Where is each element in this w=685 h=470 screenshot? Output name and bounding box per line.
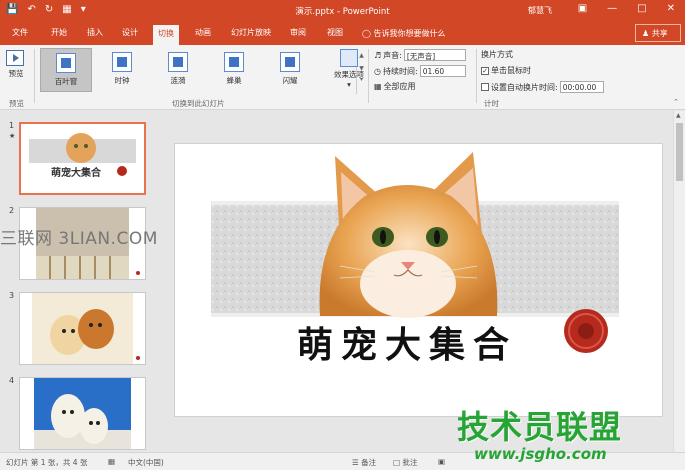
slide-thumbnail-4[interactable]	[19, 377, 146, 450]
advance-header: 换片方式	[481, 50, 513, 59]
thumbnail-scrollbar[interactable]	[152, 115, 158, 448]
chevron-down-icon: ▾	[347, 80, 351, 89]
effect-blinds[interactable]: 百叶窗	[40, 48, 92, 92]
slide-number: 1	[9, 121, 15, 130]
tab-slideshow[interactable]: 幻灯片放映	[231, 27, 271, 38]
person-icon: ♟	[642, 29, 652, 38]
slide-thumbnail-3[interactable]	[19, 292, 146, 365]
notes-icon: ☰	[352, 458, 362, 467]
clock-icon	[112, 52, 132, 72]
tell-me-box[interactable]: ◯ 告诉我你想要做什么	[362, 28, 446, 39]
watermark-jsgho: 技术员联盟	[457, 408, 623, 446]
duration-spinner[interactable]: 01.60	[419, 65, 466, 77]
slide-canvas[interactable]: 萌宠大集合	[174, 143, 663, 417]
share-button[interactable]: ♟ 共享	[635, 24, 681, 42]
vertical-scrollbar[interactable]: ▲	[673, 111, 685, 452]
thumb-1-caption: 萌宠大集合	[51, 168, 101, 179]
clock-icon: ◷	[374, 66, 381, 76]
checkbox-checked-icon[interactable]: ✓	[481, 66, 489, 75]
ripple-icon	[168, 52, 188, 72]
group-divider	[476, 49, 477, 103]
ribbon: 预览 预览 百叶窗 时钟 涟漪 蜂巢 闪耀 ▲ ▼ ▾ 效果选项 ▾ 切换到此幻…	[0, 45, 685, 110]
tab-design[interactable]: 设计	[122, 27, 138, 38]
effect-clock[interactable]: 时钟	[96, 48, 148, 92]
duration-row: ◷ 持续时间: 01.60	[374, 65, 466, 77]
tab-animations[interactable]: 动画	[195, 27, 211, 38]
effect-honeycomb[interactable]: 蜂巢	[208, 48, 260, 92]
user-name[interactable]: 郁慧飞	[528, 5, 552, 16]
group-divider	[34, 49, 35, 103]
notes-button[interactable]: ☰ 备注	[352, 457, 376, 468]
tab-insert[interactable]: 插入	[87, 27, 103, 38]
checkbox-unchecked-icon[interactable]	[481, 83, 489, 91]
after-time-checkbox[interactable]: 设置自动换片时间: 00:00.00	[481, 81, 604, 93]
tab-home[interactable]: 开始	[51, 27, 67, 38]
slide-title[interactable]: 萌宠大集合	[297, 316, 517, 368]
tab-review[interactable]: 审阅	[290, 27, 306, 38]
tab-view[interactable]: 视图	[327, 27, 343, 38]
effect-ripple[interactable]: 涟漪	[152, 48, 204, 92]
lightbulb-icon: ◯	[362, 29, 374, 38]
honeycomb-icon	[224, 52, 244, 72]
apply-all-button[interactable]: ▦ 全部应用	[374, 81, 416, 92]
thumbnail-pane: 1 ★ 萌宠大集合 2 3 4	[0, 111, 160, 452]
on-click-checkbox[interactable]: ✓ 单击鼠标时	[481, 65, 531, 76]
effect-glitter[interactable]: 闪耀	[264, 48, 316, 92]
language-indicator[interactable]: 中文(中国)	[128, 457, 164, 468]
after-time-spinner[interactable]: 00:00.00	[559, 81, 604, 93]
ribbon-display-icon[interactable]: ▣	[578, 3, 587, 14]
transitions-group-label: 切换到此幻灯片	[172, 99, 225, 108]
scroll-up-icon[interactable]: ▲	[676, 112, 681, 119]
apply-all-icon: ▦	[374, 82, 382, 91]
collapse-ribbon-icon[interactable]: ⌃	[673, 98, 679, 106]
sound-icon: ♬	[374, 50, 382, 60]
slide-canvas-area: 萌宠大集合	[160, 111, 673, 452]
tab-transitions[interactable]: 切换	[153, 25, 179, 45]
watermark-url: www.jsgho.com	[474, 445, 607, 463]
slide-count: 幻灯片 第 1 张，共 4 张	[6, 458, 88, 467]
slide-artwork	[211, 152, 619, 353]
slide-number: 2	[9, 206, 15, 215]
comments-button[interactable]: □ 批注	[393, 457, 417, 468]
slide-number: 4	[9, 376, 15, 385]
preview-button[interactable]: 预览	[6, 50, 26, 79]
slide-number: 3	[9, 291, 15, 300]
group-divider	[368, 49, 369, 103]
sound-dropdown[interactable]: [无声音]	[403, 49, 466, 61]
spelling-icon[interactable]: ▦	[108, 457, 115, 466]
thumb-4-image	[34, 378, 131, 449]
maximize-icon[interactable]: □	[637, 3, 646, 14]
watermark-3lian: 三联网 3LIAN.COM	[0, 229, 158, 249]
timing-group-label: 计时	[484, 99, 499, 108]
window-controls: ▣ — □ ✕	[578, 3, 675, 14]
glitter-icon	[280, 52, 300, 72]
normal-view-icon[interactable]: ▣	[438, 457, 445, 466]
scroll-thumb[interactable]	[676, 123, 683, 181]
sound-row: ♬ 声音: [无声音]	[374, 49, 466, 61]
close-icon[interactable]: ✕	[667, 3, 675, 14]
effect-options-button[interactable]: 效果选项 ▾	[332, 49, 366, 89]
thumb-3-image	[32, 293, 140, 364]
blinds-icon	[56, 53, 76, 73]
preview-icon	[6, 50, 24, 66]
thumb-1-image	[29, 133, 136, 176]
title-bar: 💾 ↶ ↻ ▦ ▾ 演示.pptx - PowerPoint 郁慧飞 ▣ — □…	[0, 0, 685, 22]
transition-gallery: 百叶窗 时钟 涟漪 蜂巢 闪耀 ▲ ▼ ▾	[38, 48, 364, 94]
transition-star-icon: ★	[9, 132, 16, 140]
slide-thumbnail-1[interactable]: 萌宠大集合	[19, 122, 146, 195]
preview-group-label: 预览	[9, 99, 24, 108]
ribbon-tabs: 文件 开始 插入 设计 切换 动画 幻灯片放映 审阅 视图 ◯ 告诉我你想要做什…	[0, 22, 685, 45]
tab-file[interactable]: 文件	[12, 27, 28, 38]
effect-options-icon	[340, 49, 358, 67]
minimize-icon[interactable]: —	[607, 3, 617, 14]
